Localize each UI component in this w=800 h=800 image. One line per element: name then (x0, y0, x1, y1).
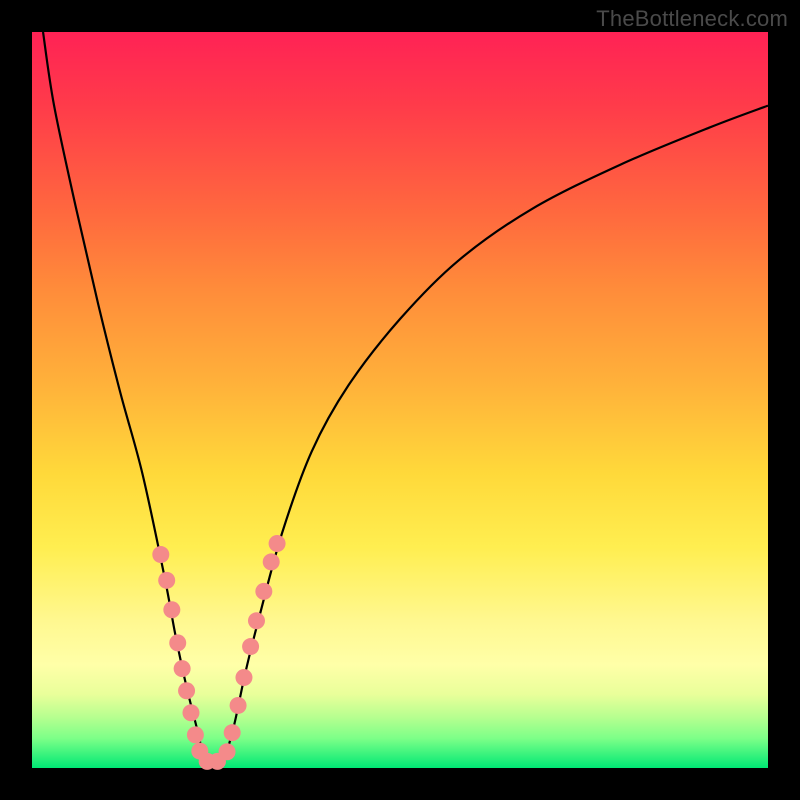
highlight-marker (174, 660, 191, 677)
highlight-marker (152, 546, 169, 563)
highlight-marker (230, 697, 247, 714)
highlight-marker (163, 601, 180, 618)
highlight-marker (178, 682, 195, 699)
attribution-text: TheBottleneck.com (596, 6, 788, 32)
highlight-marker (187, 726, 204, 743)
right-branch-curve (223, 106, 768, 765)
highlight-marker (242, 638, 259, 655)
chart-frame: TheBottleneck.com (0, 0, 800, 800)
highlight-marker (248, 612, 265, 629)
curve-group (43, 32, 768, 764)
highlight-marker (255, 583, 272, 600)
marker-group (152, 535, 285, 770)
left-branch-curve (43, 32, 205, 764)
highlight-marker (235, 669, 252, 686)
highlight-marker (182, 704, 199, 721)
highlight-marker (269, 535, 286, 552)
highlight-marker (158, 572, 175, 589)
highlight-marker (224, 724, 241, 741)
highlight-marker (263, 553, 280, 570)
highlight-marker (219, 743, 236, 760)
highlight-marker (169, 634, 186, 651)
chart-svg (32, 32, 768, 768)
